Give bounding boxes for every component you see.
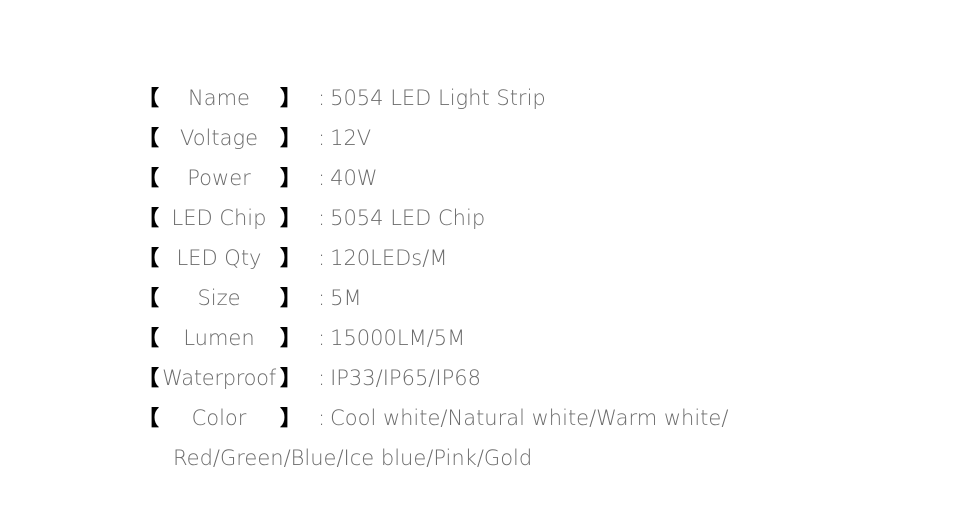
spec-separator: : xyxy=(318,246,326,270)
spec-value: 5M xyxy=(330,286,362,310)
spec-row: 【 Lumen 】 :15000LM/5M xyxy=(138,318,938,358)
bracket-close-icon: 】 xyxy=(280,366,301,390)
spec-label: Power xyxy=(187,166,251,190)
spec-separator: : xyxy=(318,286,326,310)
spec-label-cell: 【 LED Chip 】 xyxy=(138,198,301,238)
spec-label: Voltage xyxy=(179,126,259,150)
spec-value-cell: :12V xyxy=(318,118,371,158)
bracket-open-icon: 【 xyxy=(138,406,159,430)
spec-row: 【 Voltage 】 :12V xyxy=(138,118,938,158)
spec-label: LED Qty xyxy=(176,246,262,270)
bracket-open-icon: 【 xyxy=(138,286,159,310)
spec-separator: : xyxy=(318,326,326,350)
spec-value-continuation: Red/Green/Blue/Ice blue/Pink/Gold xyxy=(173,446,533,470)
spec-label: LED Chip xyxy=(171,206,267,230)
spec-row: 【 Color 】 : Cool white/Natural white/Warm… xyxy=(138,398,938,438)
spec-row: 【 Size 】 :5M xyxy=(138,278,938,318)
spec-label-cell: 【 LED Qty 】 xyxy=(138,238,301,278)
bracket-open-icon: 【 xyxy=(138,86,159,110)
bracket-close-icon: 】 xyxy=(280,206,301,230)
spec-label-cell: 【 Power 】 xyxy=(138,158,301,198)
bracket-open-icon: 【 xyxy=(138,126,159,150)
spec-row: 【 Name 】 :5054 LED Light Strip xyxy=(138,78,938,118)
spec-value-cell: :120LEDs/M xyxy=(318,238,447,278)
bracket-close-icon: 】 xyxy=(280,246,301,270)
spec-separator: : xyxy=(318,206,326,230)
spec-value-cell: : Cool white/Natural white/Warm white/ xyxy=(318,398,728,438)
spec-value: Cool white/Natural white/Warm white/ xyxy=(330,406,729,430)
spec-value: 15000LM/5M xyxy=(330,326,466,350)
spec-label: Lumen xyxy=(183,326,255,350)
spec-value-cell: :5054 LED Light Strip xyxy=(318,78,546,118)
spec-separator: : xyxy=(318,86,326,110)
spec-label-cell: 【 Waterproof 】 xyxy=(138,358,301,398)
bracket-open-icon: 【 xyxy=(138,246,159,270)
spec-row: 【 Power 】 :40W xyxy=(138,158,938,198)
spec-value-cell: :40W xyxy=(318,158,378,198)
bracket-close-icon: 】 xyxy=(280,166,301,190)
bracket-open-icon: 【 xyxy=(138,166,159,190)
bracket-close-icon: 】 xyxy=(280,326,301,350)
spec-label-cell: 【 Voltage 】 xyxy=(138,118,301,158)
bracket-close-icon: 】 xyxy=(280,286,301,310)
spec-value-cell: : IP33/IP65/IP68 xyxy=(318,358,481,398)
product-specification-sheet: 【 Name 】 :5054 LED Light Strip 【 Voltage… xyxy=(0,0,960,511)
bracket-close-icon: 】 xyxy=(280,406,301,430)
spec-list: 【 Name 】 :5054 LED Light Strip 【 Voltage… xyxy=(138,78,938,478)
spec-separator: : xyxy=(318,126,326,150)
spec-label-cell: 【 Size 】 xyxy=(138,278,301,318)
bracket-close-icon: 】 xyxy=(280,126,301,150)
spec-value: 120LEDs/M xyxy=(330,246,448,270)
spec-label-cell: 【 Lumen 】 xyxy=(138,318,301,358)
bracket-open-icon: 【 xyxy=(138,326,159,350)
spec-row: 【 Waterproof 】 : IP33/IP65/IP68 xyxy=(138,358,938,398)
spec-value-cell: :15000LM/5M xyxy=(318,318,465,358)
spec-separator: : xyxy=(318,166,326,190)
spec-value: 40W xyxy=(330,166,378,190)
spec-separator: : xyxy=(318,406,326,430)
spec-label: Color xyxy=(191,406,247,430)
bracket-open-icon: 【 xyxy=(138,206,159,230)
spec-separator: : xyxy=(318,366,326,390)
spec-value: IP33/IP65/IP68 xyxy=(330,366,481,390)
spec-value-cell: :5M xyxy=(318,278,362,318)
spec-label: Waterproof xyxy=(162,366,276,390)
spec-label-cell: 【 Name 】 xyxy=(138,78,301,118)
spec-label: Size xyxy=(197,286,241,310)
spec-row: 【 LED Qty 】 :120LEDs/M xyxy=(138,238,938,278)
spec-label: Name xyxy=(188,86,250,110)
spec-row: 【 LED Chip 】 :5054 LED Chip xyxy=(138,198,938,238)
spec-value-cell: :5054 LED Chip xyxy=(318,198,485,238)
spec-label-cell: 【 Color 】 xyxy=(138,398,301,438)
spec-value: 5054 LED Light Strip xyxy=(330,86,546,110)
spec-value: 5054 LED Chip xyxy=(330,206,486,230)
bracket-close-icon: 】 xyxy=(280,86,301,110)
bracket-open-icon: 【 xyxy=(138,366,159,390)
spec-value: 12V xyxy=(330,126,372,150)
